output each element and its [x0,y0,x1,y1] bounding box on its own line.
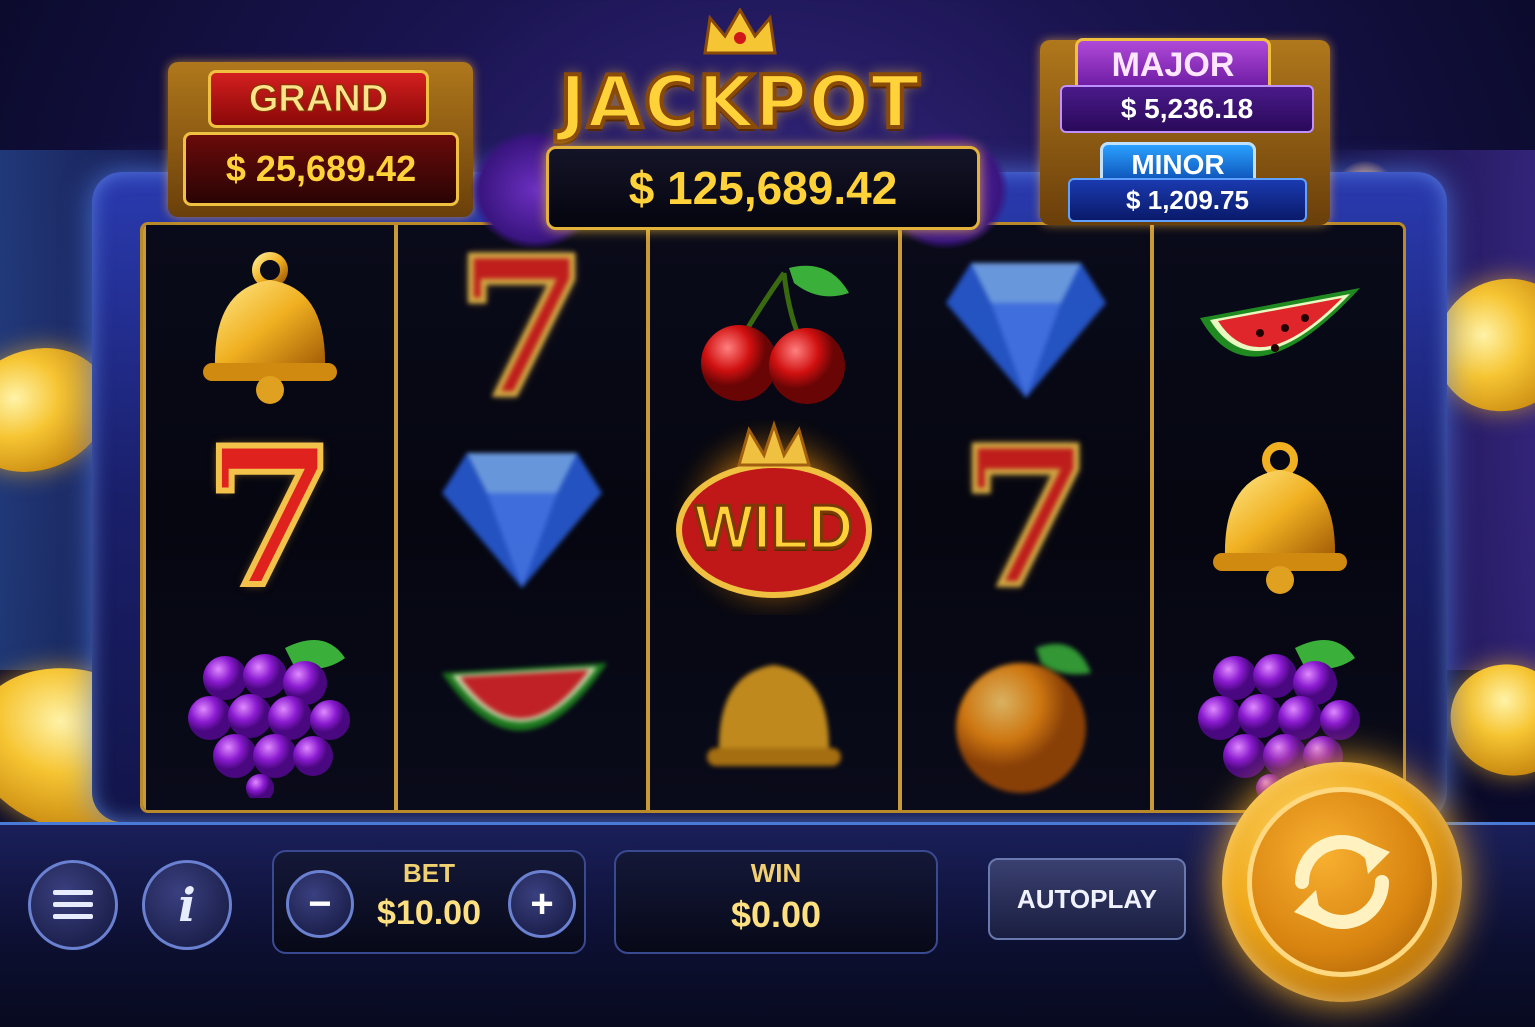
grand-label: GRAND [208,70,429,128]
diamond-icon [442,452,602,588]
watermelon-symbol [398,615,646,810]
jackpot-title: JACKPOT [557,58,921,146]
seven-symbol: 7 [398,222,646,439]
seven-symbol: 7 [902,405,1150,629]
wild-label: WILD [693,492,854,564]
minor-value: $ 1,209.75 [1068,178,1307,222]
wild-symbol: WILD [650,420,898,615]
info-icon: i [178,878,196,932]
menu-icon [53,890,93,919]
cherry-symbol [650,230,898,425]
major-label: MAJOR [1075,38,1271,92]
crown-icon [703,8,777,55]
plus-icon: + [530,881,554,926]
autoplay-button[interactable]: AUTOPLAY [988,858,1186,940]
bet-panel: − BET $10.00 + [272,850,586,954]
win-value: $0.00 [730,894,822,935]
jackpot-value: $ 125,689.42 [628,162,898,214]
jackpot-value-box: $ 125,689.42 [546,146,980,230]
seven-glyph: 7 [201,405,339,629]
reel-1: 7 [143,225,397,810]
refresh-icon [1294,835,1390,929]
bell-symbol [650,615,898,810]
bell-symbol [1154,420,1403,615]
orange-icon [956,643,1091,793]
reel-window: 7 7 WILD 7 [140,222,1406,813]
win-label: WIN [750,858,802,888]
grand-jackpot-panel: GRAND $ 25,689.42 [168,62,473,217]
grapes-icon [188,639,350,798]
grapes-symbol [146,615,394,810]
orange-symbol [902,615,1150,810]
diamond-symbol [398,420,646,615]
bell-symbol [146,230,394,425]
reel-4: 7 [899,225,1153,810]
reel-5 [1151,225,1403,810]
bell-icon [707,664,841,766]
reel-3: WILD [647,225,901,810]
info-button[interactable]: i [142,860,232,950]
major-minor-jackpot-panel: MAJOR $ 5,236.18 MINOR $ 1,209.75 [1040,38,1330,225]
reel-2: 7 [395,225,649,810]
bell-icon [203,251,337,404]
diamond-symbol [902,230,1150,425]
major-value: $ 5,236.18 [1060,85,1314,133]
seven-glyph: 7 [957,405,1095,629]
seven-symbol: 7 [146,405,394,629]
spin-button-face [1247,787,1437,977]
diamond-icon [946,262,1106,398]
seven-glyph: 7 [453,222,591,439]
bell-icon [1213,441,1347,594]
main-jackpot-panel: JACKPOT $ 125,689.42 [470,8,1010,250]
bet-increase-button[interactable]: + [508,870,576,938]
cherry-icon [701,265,849,404]
grand-value: $ 25,689.42 [183,132,459,206]
watermelon-icon [442,662,607,731]
menu-button[interactable] [28,860,118,950]
win-panel: WIN $0.00 [614,850,938,954]
spin-button[interactable] [1222,762,1462,1002]
watermelon-symbol [1154,230,1403,425]
watermelon-icon [1200,287,1360,357]
